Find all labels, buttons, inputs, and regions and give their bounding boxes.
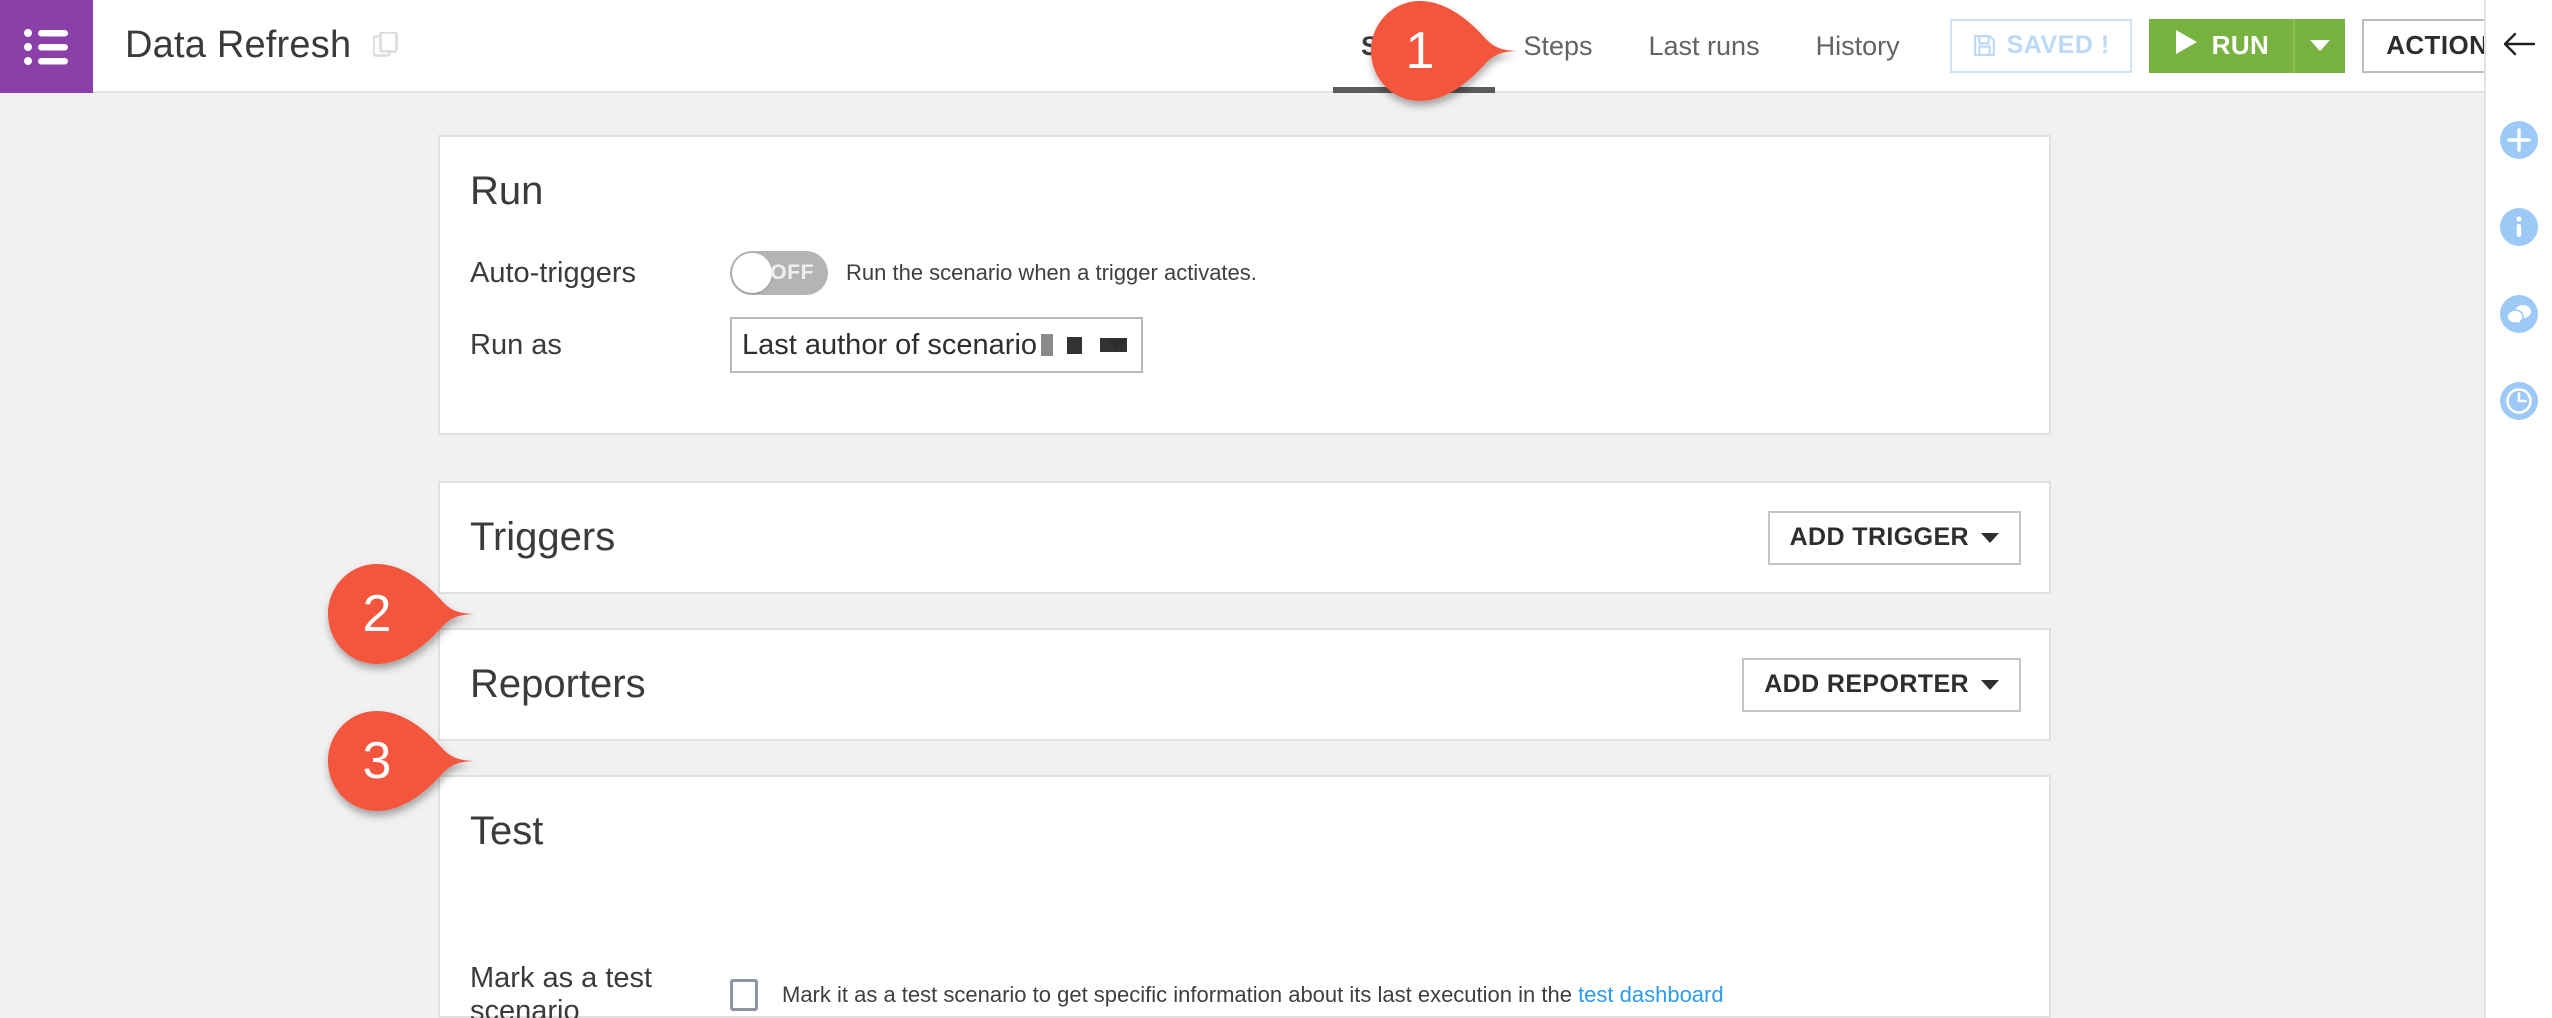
auto-triggers-row: Auto-triggers OFF Run the scenario when … <box>470 249 2019 297</box>
run-as-label: Run as <box>470 329 730 362</box>
tab-history-label: History <box>1816 31 1900 62</box>
auto-triggers-label: Auto-triggers <box>470 257 730 290</box>
plus-circle-icon[interactable] <box>2500 121 2538 164</box>
saved-button-label: SAVED ! <box>2007 31 2110 60</box>
test-dashboard-link[interactable]: test dashboard <box>1578 982 1724 1007</box>
run-card-heading: Run <box>470 169 543 214</box>
add-trigger-label: ADD TRIGGER <box>1790 523 1969 552</box>
play-icon <box>2173 28 2199 63</box>
page-title: Data Refresh <box>125 24 351 67</box>
triggers-header-row: Triggers ADD TRIGGER <box>440 483 2049 592</box>
right-rail <box>2484 0 2552 1018</box>
arrow-left-icon <box>2502 30 2536 63</box>
run-dropdown-button[interactable] <box>2293 19 2345 73</box>
add-reporter-label: ADD REPORTER <box>1764 670 1969 699</box>
redacted-block <box>1041 334 1053 356</box>
chevron-down-icon <box>1981 680 1999 690</box>
clock-history-icon[interactable] <box>2500 382 2538 425</box>
test-description-text: Mark it as a test scenario to get specif… <box>782 982 1578 1007</box>
test-scenario-description: Mark it as a test scenario to get specif… <box>782 982 1724 1008</box>
toggle-state-label: OFF <box>770 261 814 285</box>
auto-triggers-toggle[interactable]: OFF <box>730 251 828 295</box>
redacted-block <box>1067 337 1082 354</box>
run-as-row: Run as Last author of scenario <box>470 317 2019 373</box>
floppy-disk-icon <box>1972 33 1997 58</box>
run-as-selected-value: Last author of scenario <box>742 329 1037 362</box>
copy-icon[interactable] <box>373 32 399 60</box>
add-reporter-button[interactable]: ADD REPORTER <box>1742 658 2021 712</box>
chevron-down-icon <box>2310 40 2330 51</box>
collapse-panel-button[interactable] <box>2486 0 2552 93</box>
callout-number: 2 <box>327 563 427 665</box>
scenario-title-zone: Data Refresh <box>93 0 399 91</box>
toggle-knob <box>732 253 772 293</box>
run-card: Run Auto-triggers OFF Run the scenario w… <box>438 135 2051 435</box>
chevron-down-icon <box>1105 339 1127 352</box>
app-logo[interactable] <box>0 0 93 93</box>
tab-last-runs[interactable]: Last runs <box>1621 0 1788 93</box>
run-as-select[interactable]: Last author of scenario <box>730 317 1143 373</box>
top-bar: Data Refresh Settings Steps Last runs Hi… <box>0 0 2552 93</box>
list-icon <box>24 28 70 66</box>
chevron-down-icon <box>1981 533 1999 543</box>
action-toolbar: SAVED ! RUN ACTIONS <box>1950 0 2552 91</box>
tab-history[interactable]: History <box>1788 0 1928 93</box>
tab-steps-label: Steps <box>1523 31 1592 62</box>
callout-number: 3 <box>327 710 427 812</box>
mark-test-scenario-checkbox[interactable] <box>730 979 758 1011</box>
triggers-card-heading: Triggers <box>470 515 615 560</box>
triggers-card: Triggers ADD TRIGGER <box>438 481 2051 594</box>
run-button-group: RUN <box>2149 19 2346 73</box>
test-card-heading: Test <box>470 809 543 854</box>
run-button[interactable]: RUN <box>2149 19 2294 73</box>
test-card: Test Mark as a test scenario Mark it as … <box>438 775 2051 1018</box>
toolbar-spacer <box>399 0 1333 91</box>
tab-last-runs-label: Last runs <box>1649 31 1760 62</box>
add-trigger-button[interactable]: ADD TRIGGER <box>1768 511 2021 565</box>
main-tabs: Settings Steps Last runs History <box>1333 0 1928 93</box>
right-rail-icons <box>2486 93 2552 425</box>
tab-settings[interactable]: Settings <box>1333 0 1496 93</box>
tab-settings-label: Settings <box>1361 31 1468 62</box>
reporters-header-row: Reporters ADD REPORTER <box>440 630 2049 739</box>
auto-triggers-hint: Run the scenario when a trigger activate… <box>846 260 1257 286</box>
chat-bubble-icon[interactable] <box>2500 295 2538 338</box>
run-button-label: RUN <box>2212 30 2270 61</box>
info-circle-icon[interactable] <box>2500 208 2538 251</box>
reporters-card: Reporters ADD REPORTER <box>438 628 2051 741</box>
saved-button[interactable]: SAVED ! <box>1950 19 2132 73</box>
mark-test-scenario-label: Mark as a test scenario <box>470 962 730 1018</box>
reporters-card-heading: Reporters <box>470 662 646 707</box>
tab-steps[interactable]: Steps <box>1495 0 1620 93</box>
settings-content: Run Auto-triggers OFF Run the scenario w… <box>0 93 2484 1018</box>
test-scenario-row: Mark as a test scenario Mark it as a tes… <box>470 962 2019 1018</box>
